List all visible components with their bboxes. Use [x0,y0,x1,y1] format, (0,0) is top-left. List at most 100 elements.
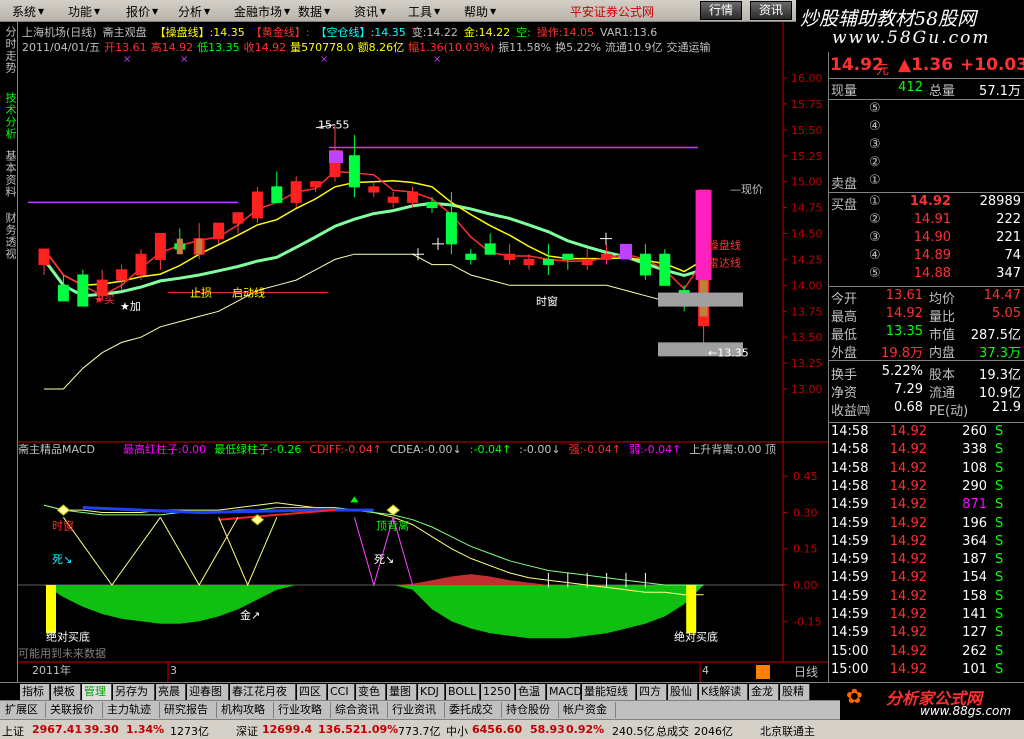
menu-item-6[interactable]: 资讯 [354,3,378,20]
candle-body[interactable] [523,258,535,266]
candle-body[interactable] [542,258,554,266]
extension-tab[interactable]: 帐户资金 [560,702,616,718]
indicator-tab[interactable]: 另存为 [113,684,155,700]
candle-body[interactable] [504,253,516,260]
indicator-tab[interactable]: 股仙 [668,684,698,700]
candle-body[interactable] [445,212,457,245]
extension-tab[interactable]: 行业攻略 [275,702,331,718]
indicator-tab[interactable]: 管理 [82,684,112,700]
side-tab-1[interactable]: 技术分析 [2,92,17,140]
candle-body[interactable] [562,253,574,260]
macd-death-cross-label: 死↘ [374,553,394,566]
macd-time-window-label: 时窗 [52,518,74,532]
candle-body[interactable] [116,269,128,281]
candle-body[interactable] [368,186,380,193]
menu-item-8[interactable]: 帮助 [464,3,488,20]
indicator-tab[interactable]: 1250 [481,684,515,700]
indicator-tab[interactable]: 四方 [637,684,667,700]
indicator-tab[interactable]: 量能短线 [582,684,636,700]
candle-body[interactable] [426,201,438,209]
indicator-tab[interactable]: 变色 [356,684,386,700]
candle-body[interactable] [290,181,302,203]
promo-text[interactable]: 平安证券公式网 [570,3,654,20]
extension-tab[interactable]: 扩展区 [2,702,46,718]
indicator-tab[interactable]: MACD [547,684,582,700]
candle-body[interactable] [271,186,283,203]
indicator-tab[interactable]: KDJ [418,684,445,700]
indicator-tab[interactable]: 金龙 [749,684,779,700]
quote-cell: ③ [869,230,881,245]
candle-body[interactable] [484,243,496,255]
extension-tab[interactable]: 关联报价 [47,702,103,718]
candle-body[interactable] [57,284,69,302]
menu-item-4[interactable]: 金融市场 [234,3,282,20]
indicator-tab[interactable]: 模板 [51,684,81,700]
quote-cell: ① [869,173,881,188]
side-tab-3[interactable]: 财务透视 [2,212,17,260]
candle-body[interactable] [135,253,147,276]
extension-tab[interactable]: 研究报告 [161,702,217,718]
indicator-value: 金:14.22 [463,26,511,39]
candle-body[interactable] [465,253,477,260]
quote-cell: 14.88 [913,266,951,281]
status-item: 58.93 [530,723,565,736]
indicator-tab[interactable]: 四区 [297,684,327,700]
extension-tab[interactable]: 持仓股份 [503,702,559,718]
indicator-tab[interactable]: 指标 [20,684,50,700]
indicator-tab[interactable]: 迎春图 [187,684,229,700]
kline-chart-svg[interactable]: 16.00 15.75 15.50 15.25 15.00 14.75 14.50 14.25… [18,22,828,682]
quote-button[interactable]: 行情 [700,1,743,20]
menu-item-0[interactable]: 系统 [12,3,36,20]
tick-row: 15:00 14.92 101 S [829,662,1024,681]
menu-item-2[interactable]: 报价 [126,3,150,20]
info-button[interactable]: 资讯 [750,1,793,20]
extension-tab[interactable]: 机构攻略 [218,702,274,718]
indicator-tab[interactable]: CCI [328,684,355,700]
side-tab-0[interactable]: 分时走势 [2,26,17,74]
indicator-tab[interactable]: 量图 [387,684,417,700]
sell-level-row: ③ [829,137,1024,156]
indicator-tab[interactable]: BOLL [446,684,480,700]
indicator-tab[interactable]: 色温 [516,684,546,700]
candle-body[interactable] [213,222,225,240]
candle-body[interactable] [659,253,671,286]
menu-item-7[interactable]: 工具 [408,3,432,20]
extension-tab[interactable]: 主力轨迹 [104,702,160,718]
candle-body[interactable] [154,233,166,260]
indicator-tab[interactable]: 春江花月夜 [230,684,296,700]
y-tick-label: 16.00 [791,72,823,85]
menu-item-1[interactable]: 功能 [68,3,92,20]
candle-body[interactable] [387,196,399,203]
candle-body[interactable] [251,191,263,219]
extension-tab[interactable]: 综合资讯 [332,702,388,718]
scroll-square[interactable] [756,665,770,679]
candle-body[interactable] [639,253,651,276]
side-tab-2[interactable]: 基本资料 [2,150,17,198]
candle-body[interactable] [581,258,593,266]
macd-golden-cross-label: 金↗ [240,608,260,622]
menu-item-3[interactable]: 分析 [178,3,202,20]
candle-body[interactable] [407,191,419,203]
quote-cell: 14:58 [831,460,869,476]
candle-body[interactable] [348,155,360,188]
indicator-tab[interactable]: K线解读 [699,684,748,700]
quote-cell: 154 [962,570,987,586]
indicator-tab[interactable]: 亮晨 [156,684,186,700]
status-item[interactable]: 北京联通主 [760,723,815,739]
status-item: 总成交 [656,725,689,738]
status-item: 1.09% [360,723,399,736]
candle-body[interactable] [601,253,613,260]
extension-tab[interactable]: 委托成交 [446,702,502,718]
macd-value: 最高红柱子:0.00 [122,443,207,456]
extension-tab[interactable]: 行业资讯 [389,702,445,718]
menu-item-5[interactable]: 数据 [298,3,322,20]
candle-body[interactable] [38,248,50,266]
candle-body[interactable] [77,274,89,307]
ohlc-value: 换5.22% [555,41,602,54]
indicator-tab[interactable]: 股精 [780,684,810,700]
candle-body[interactable] [310,181,322,188]
chart-area[interactable]: 16.00 15.75 15.50 15.25 15.00 14.75 14.50 14.25… [18,22,828,682]
quote-cell: 15:00 [831,643,869,659]
quote-cell: 28989 [979,194,1021,209]
candle-body[interactable] [232,212,244,224]
